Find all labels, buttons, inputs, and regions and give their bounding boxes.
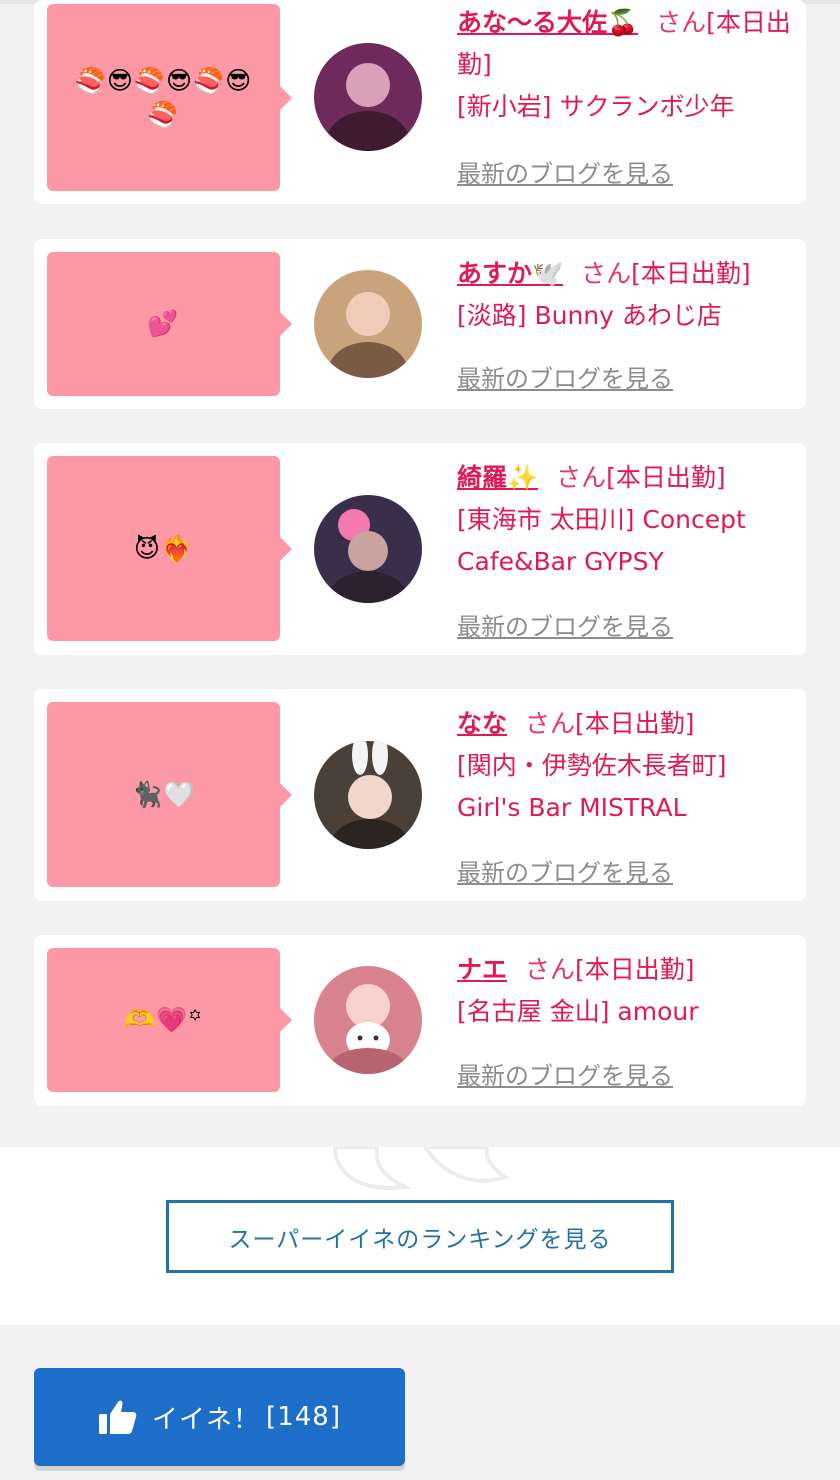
cast-info: ナエ さん[本日出勤] [名古屋 金山] amour [457, 949, 792, 1033]
bubble-text: 🐈‍⬛🤍 [131, 779, 196, 809]
message-bubble: 🍣😎🍣😎🍣😎🍣 [47, 4, 292, 191]
shop-name: [新小岩] サクランボ少年 [457, 92, 735, 121]
avatar[interactable] [314, 43, 422, 151]
latest-blog-link[interactable]: 最新のブログを見る [457, 1056, 673, 1091]
avatar[interactable] [314, 495, 422, 603]
message-bubble: 🐈‍⬛🤍 [47, 702, 292, 887]
ranking-button-label: スーパーイイネのランキングを見る [228, 1226, 612, 1253]
cast-info: 綺羅✨ さん[本日出勤] [東海市 太田川] Concept Cafe&Bar G… [457, 457, 792, 583]
honorific: さん [525, 955, 576, 984]
status-label: [本日出勤] [606, 463, 726, 492]
avatar-image [314, 43, 422, 151]
status-label: [本日出勤] [631, 259, 751, 288]
status-label: [本日出勤] [575, 709, 695, 738]
bubble-text: 😈❤️‍🔥 [133, 533, 194, 563]
honorific: さん [525, 709, 576, 738]
honorific: さん [581, 259, 632, 288]
latest-blog-link[interactable]: 最新のブログを見る [457, 359, 673, 394]
blog-card: 💕 あすか🕊️ さん[本日出勤] [淡路] Bunny あわじ店 最新のブログを見… [34, 239, 806, 409]
cast-name-link[interactable]: なな [457, 709, 507, 738]
wing-watermark-icon [332, 1147, 510, 1190]
avatar-image [314, 495, 422, 603]
page: 🍣😎🍣😎🍣😎🍣 あな〜る大佐🍒 さん[本日出勤] [新小岩] サクランボ少年 最新… [0, 0, 840, 1480]
avatar[interactable] [314, 741, 422, 849]
avatar[interactable] [314, 966, 422, 1074]
blog-card: 🫶💗꙳ ナエ さん[本日出勤] [名古屋 金山] amour 最新のブログを見る [34, 935, 806, 1106]
cast-name-link[interactable]: あな〜る大佐🍒 [457, 8, 638, 37]
like-label: イイネ！ [152, 1404, 261, 1435]
cast-name-link[interactable]: 綺羅✨ [457, 463, 538, 492]
blog-card: 🍣😎🍣😎🍣😎🍣 あな〜る大佐🍒 さん[本日出勤] [新小岩] サクランボ少年 最新… [34, 0, 806, 204]
cast-info: なな さん[本日出勤] [関内・伊勢佐木長者町] Girl's Bar MISTR… [457, 703, 792, 829]
shop-name: [名古屋 金山] amour [457, 997, 699, 1026]
latest-blog-link[interactable]: 最新のブログを見る [457, 154, 673, 189]
avatar[interactable] [314, 270, 422, 378]
cast-info: あすか🕊️ さん[本日出勤] [淡路] Bunny あわじ店 [457, 253, 792, 337]
message-bubble: 😈❤️‍🔥 [47, 456, 292, 641]
bubble-text: 💕 [147, 309, 180, 338]
status-label: [本日出勤] [575, 955, 695, 984]
cast-name-link[interactable]: ナエ [457, 955, 507, 984]
cast-info: あな〜る大佐🍒 さん[本日出勤] [新小岩] サクランボ少年 [457, 2, 792, 128]
shop-name: [関内・伊勢佐木長者町] Girl's Bar MISTRAL [457, 751, 727, 822]
bubble-text: 🍣😎🍣😎🍣😎🍣 [74, 65, 253, 129]
message-bubble: 💕 [47, 252, 292, 396]
honorific: さん [556, 463, 607, 492]
thumbs-up-icon [99, 1400, 137, 1434]
super-like-ranking-button[interactable]: スーパーイイネのランキングを見る [166, 1200, 674, 1273]
message-bubble: 🫶💗꙳ [47, 948, 292, 1092]
shop-name: [淡路] Bunny あわじ店 [457, 301, 722, 330]
latest-blog-link[interactable]: 最新のブログを見る [457, 607, 673, 642]
honorific: さん [656, 8, 707, 37]
blog-card: 🐈‍⬛🤍 なな さん[本日出勤] [関内・伊勢佐木長者町] Girl's Bar … [34, 689, 806, 901]
shop-name: [東海市 太田川] Concept Cafe&Bar GYPSY [457, 505, 746, 576]
blog-card: 😈❤️‍🔥 綺羅✨ さん[本日出勤] [東海市 太田川] Concept Cafe… [34, 443, 806, 655]
avatar-image [314, 741, 422, 849]
avatar-image [314, 966, 422, 1074]
ranking-section: スーパーイイネのランキングを見る [0, 1147, 840, 1325]
like-count: [148] [266, 1402, 341, 1432]
cast-name-link[interactable]: あすか🕊️ [457, 259, 563, 288]
like-button[interactable]: イイネ！ [148] [34, 1368, 405, 1466]
avatar-image [314, 270, 422, 378]
bubble-text: 🫶💗꙳ [124, 1005, 203, 1034]
latest-blog-link[interactable]: 最新のブログを見る [457, 853, 673, 888]
